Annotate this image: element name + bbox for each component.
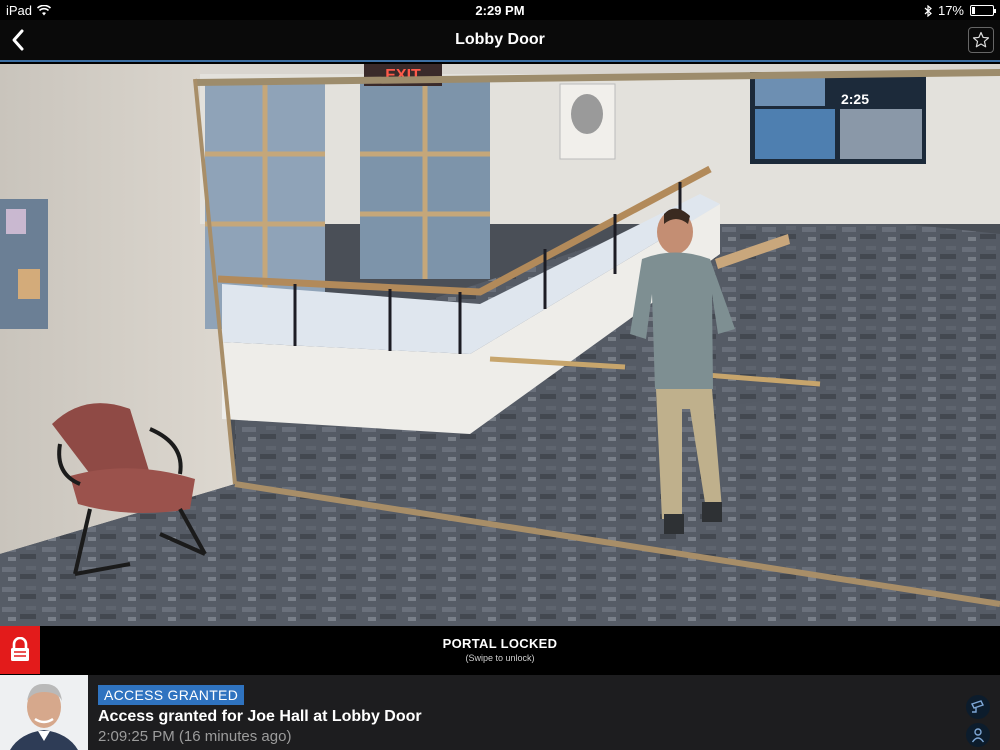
page-title: Lobby Door (455, 31, 545, 48)
avatar (0, 675, 88, 750)
favorite-button[interactable] (968, 27, 994, 53)
nav-bar: Lobby Door (0, 20, 1000, 62)
portal-status: PORTAL LOCKED (442, 636, 558, 651)
battery-percent: 17% (937, 3, 964, 18)
status-badge: ACCESS GRANTED (98, 685, 245, 705)
camera-scene: EXIT 2:25 (0, 64, 1000, 626)
bluetooth-icon (924, 4, 932, 17)
battery-fill (972, 7, 975, 14)
event-title: Access granted for Joe Hall at Lobby Doo… (98, 708, 422, 725)
event-time: 2:09:25 PM (16 minutes ago) (98, 728, 292, 745)
status-right: 17% (924, 3, 996, 18)
status-bar: iPad 2:29 PM 17% (0, 0, 1000, 20)
camera-feed[interactable]: EXIT 2:25 (0, 64, 1000, 626)
event-notification[interactable]: ACCESS GRANTED Access granted for Joe Ha… (0, 675, 1000, 750)
star-icon (972, 31, 990, 48)
battery-icon (970, 5, 996, 16)
portal-status-bar[interactable]: PORTAL LOCKED (Swipe to unlock) (0, 626, 1000, 674)
tv-clock: 2:25 (841, 91, 869, 107)
security-camera-icon (971, 700, 984, 713)
portal-hint: (Swipe to unlock) (465, 653, 535, 663)
status-time: 2:29 PM (475, 3, 525, 18)
camera-button[interactable] (966, 695, 990, 719)
person-icon (971, 728, 985, 743)
user-button[interactable] (966, 723, 990, 747)
